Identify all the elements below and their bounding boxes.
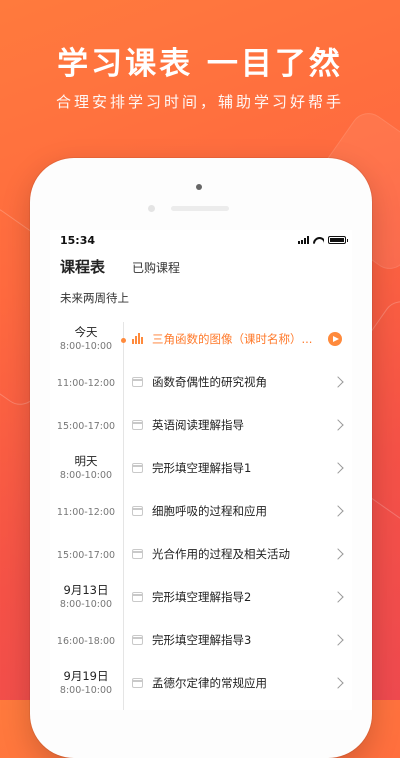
- schedule-date: 今天: [74, 325, 98, 339]
- schedule-time: 15:00-17:00: [56, 421, 116, 432]
- tab-purchased-courses[interactable]: 已购课程: [132, 259, 180, 276]
- hero-title: 学习课表 一目了然: [57, 46, 343, 82]
- schedule-row[interactable]: 9月13日 8:00-10:00 完形填空理解指导2: [50, 580, 352, 620]
- date-column: 15:00-17:00: [50, 537, 122, 577]
- chevron-right-icon[interactable]: [332, 505, 344, 517]
- lesson-title: 细胞呼吸的过程和应用: [152, 504, 267, 518]
- wifi-icon: [313, 236, 324, 244]
- schedule-row[interactable]: 15:00-17:00 光合作用的过程及相关活动: [50, 537, 352, 577]
- chevron-right-icon[interactable]: [332, 419, 344, 431]
- schedule-time: 8:00-10:00: [59, 341, 113, 352]
- lesson-title: 完形填空理解指导1: [152, 461, 252, 475]
- date-column: 11:00-12:00: [50, 494, 122, 534]
- date-column: 15:00-17:00: [50, 408, 122, 448]
- phone-frame: 15:34 课程表 已购课程 未来两周待上 今天 8:00-10:00 三角函数的图…: [30, 158, 372, 758]
- schedule-row[interactable]: 11:00-12:00 函数奇偶性的研究视角: [50, 365, 352, 405]
- chevron-right-icon[interactable]: [332, 677, 344, 689]
- schedule-time: 15:00-17:00: [56, 550, 116, 561]
- signal-icon: [298, 236, 309, 244]
- chevron-right-icon[interactable]: [332, 462, 344, 474]
- live-bars-icon: [132, 333, 144, 344]
- lesson-title: 光合作用的过程及相关活动: [152, 547, 290, 561]
- date-column: 9月19日 8:00-10:00: [50, 666, 122, 706]
- schedule-time: 16:00-18:00: [56, 636, 116, 647]
- schedule-time: 8:00-10:00: [59, 470, 113, 481]
- calendar-icon: [132, 635, 143, 645]
- calendar-icon: [132, 592, 143, 602]
- lesson-title: 完形填空理解指导3: [152, 633, 252, 647]
- calendar-icon: [132, 420, 143, 430]
- lesson-title: 英语阅读理解指导: [152, 418, 244, 432]
- schedule-date: 明天: [74, 454, 98, 468]
- calendar-icon: [132, 678, 143, 688]
- schedule-time: 8:00-10:00: [59, 599, 113, 610]
- lesson-title: 完形填空理解指导2: [152, 590, 252, 604]
- calendar-icon: [132, 377, 143, 387]
- battery-icon: [328, 236, 348, 244]
- calendar-icon: [132, 506, 143, 516]
- schedule-time: 11:00-12:00: [56, 378, 116, 389]
- schedule-row[interactable]: 明天 8:00-10:00 完形填空理解指导1: [50, 451, 352, 491]
- schedule-time: 8:00-10:00: [59, 685, 113, 696]
- chevron-right-icon[interactable]: [332, 634, 344, 646]
- app-screen: 15:34 课程表 已购课程 未来两周待上 今天 8:00-10:00 三角函数的图…: [50, 230, 352, 710]
- sensor-dot: [148, 205, 155, 212]
- schedule-row[interactable]: 15:00-17:00 英语阅读理解指导: [50, 408, 352, 448]
- status-time: 15:34: [60, 234, 96, 247]
- schedule-row[interactable]: 11:00-12:00 细胞呼吸的过程和应用: [50, 494, 352, 534]
- hero-subtitle: 合理安排学习时间，辅助学习好帮手: [55, 93, 344, 111]
- tab-bar: 课程表 已购课程: [50, 252, 352, 286]
- date-column: 今天 8:00-10:00: [50, 322, 122, 362]
- schedule-time: 11:00-12:00: [56, 507, 116, 518]
- lesson-title: 孟德尔定律的常规应用: [152, 676, 267, 690]
- schedule-row[interactable]: 9月19日 8:00-10:00 孟德尔定律的常规应用: [50, 666, 352, 706]
- camera-dot: [196, 184, 202, 190]
- schedule-row[interactable]: 16:00-18:00 完形填空理解指导3: [50, 623, 352, 663]
- section-title: 未来两周待上: [60, 291, 129, 305]
- date-column: 9月13日 8:00-10:00: [50, 580, 122, 620]
- date-column: 16:00-18:00: [50, 623, 122, 663]
- chevron-right-icon[interactable]: [332, 376, 344, 388]
- status-bar: 15:34: [50, 230, 352, 252]
- date-column: 明天 8:00-10:00: [50, 451, 122, 491]
- chevron-right-icon[interactable]: [332, 591, 344, 603]
- schedule-date: 9月13日: [63, 583, 109, 597]
- speaker-grille: [171, 206, 229, 211]
- tab-schedule[interactable]: 课程表: [60, 256, 105, 277]
- schedule-row[interactable]: 今天 8:00-10:00 三角函数的图像（课时名称）...: [50, 322, 352, 362]
- lesson-title: 三角函数的图像（课时名称）...: [152, 332, 313, 346]
- schedule-date: 9月19日: [63, 669, 109, 683]
- chevron-right-icon[interactable]: [332, 548, 344, 560]
- calendar-icon: [132, 463, 143, 473]
- date-column: 11:00-12:00: [50, 365, 122, 405]
- calendar-icon: [132, 549, 143, 559]
- status-icons: [298, 236, 348, 244]
- play-icon[interactable]: [328, 332, 342, 346]
- lesson-title: 函数奇偶性的研究视角: [152, 375, 267, 389]
- timeline-dot: [121, 338, 126, 343]
